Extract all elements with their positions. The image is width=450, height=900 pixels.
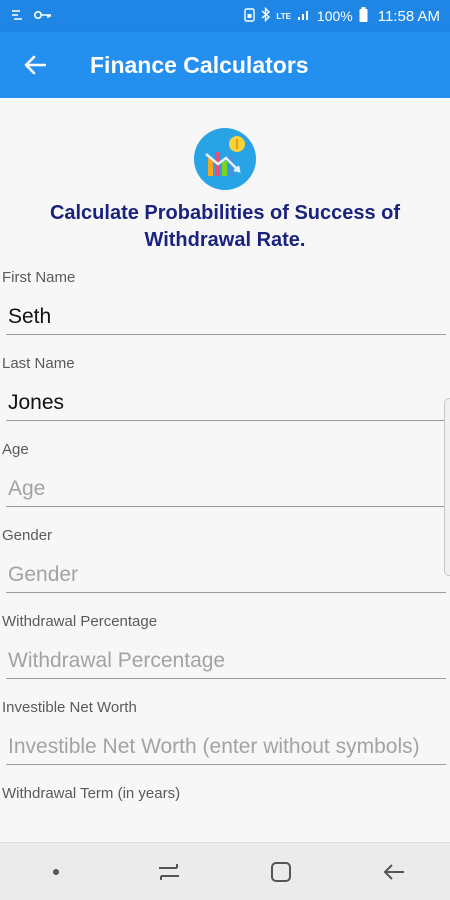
system-back-button[interactable] [364,843,424,900]
form-content[interactable]: Calculate Probabilities of Success of Wi… [0,98,450,842]
investible-net-worth-label: Investible Net Worth [2,699,137,716]
age-label: Age [2,441,29,458]
page-headline: Calculate Probabilities of Success of Wi… [49,202,401,251]
notification-icon [10,8,26,25]
app-bar: Finance Calculators [0,32,450,98]
withdrawal-percentage-group: Withdrawal Percentage [0,611,450,679]
back-button[interactable] [0,32,70,98]
investible-net-worth-group: Investible Net Worth [0,697,450,765]
signal-icon [297,8,311,24]
first-name-group: First Name [0,267,450,335]
recent-apps-icon [158,863,179,880]
investible-net-worth-input[interactable] [6,719,446,765]
arrow-left-icon [24,55,46,75]
page-title: Finance Calculators [90,51,309,78]
bluetooth-icon [261,6,271,25]
battery-percent: 100% [316,8,353,24]
gender-group: Gender [0,525,450,593]
withdrawal-percentage-label: Withdrawal Percentage [2,613,158,630]
finance-chart-logo-icon [194,128,256,190]
battery-icon [359,7,368,25]
scrollbar-thumb[interactable] [444,398,450,576]
key-icon [33,9,52,24]
clock: 11:58 AM [377,7,440,25]
dot-icon [53,868,60,875]
home-icon [271,861,292,882]
nav-dot-button[interactable] [26,843,86,900]
last-name-label: Last Name [2,355,75,372]
withdrawal-term-label: Withdrawal Term (in years) [2,785,181,802]
first-name-label: First Name [2,269,76,286]
back-icon [383,863,404,880]
last-name-group: Last Name [0,353,450,421]
gender-label: Gender [2,527,53,544]
recent-apps-button[interactable] [139,843,199,900]
withdrawal-term-group: Withdrawal Term (in years) [0,783,450,805]
system-nav-bar [0,842,450,900]
last-name-input[interactable] [6,375,446,421]
status-bar: LTE 100% 11:58 AM [0,0,450,32]
gender-input[interactable] [6,547,446,593]
sim-icon [244,7,256,25]
age-group: Age [0,439,450,507]
withdrawal-percentage-input[interactable] [6,633,446,679]
home-button[interactable] [251,843,311,900]
network-label: LTE [276,11,291,21]
age-input[interactable] [6,461,446,507]
first-name-input[interactable] [6,289,446,335]
